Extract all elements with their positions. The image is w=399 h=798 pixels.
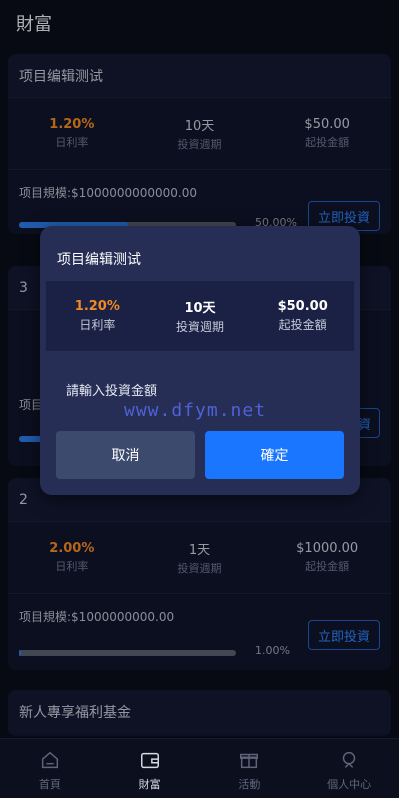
wallet-icon [140,752,159,769]
tab-label: 財富 [138,778,161,791]
min-invest-label: 起投金額 [278,318,327,332]
min-invest-value: $50.00 [277,299,328,314]
user-icon [342,751,356,768]
dialog-title: 项目编辑测试 [57,252,141,268]
period-label: 投資週期 [176,320,225,334]
invest-dialog: 项目编辑测试 1.20% 日利率 10天 投資週期 $50.00 起投金額 請輸… [40,226,360,495]
daily-rate-label: 日利率 [79,318,116,332]
min-invest: $50.00 起投金額 [251,299,354,333]
gift-icon [240,753,259,769]
home-icon [41,751,58,769]
tab-label: 首頁 [38,778,61,791]
period-value: 10天 [184,301,216,316]
tab-activity[interactable]: 活動 [200,739,300,798]
watermark: www.dfym.net [124,400,267,421]
amount-input-prompt[interactable]: 請輸入投資金額 [66,380,157,399]
tab-label: 活動 [238,778,261,791]
daily-rate: 1.20% 日利率 [46,299,149,333]
period: 10天 投資週期 [149,297,252,335]
bottom-tab-bar: 首頁 財富 活動 個人中心 [0,738,399,798]
tab-label: 個人中心 [327,778,372,791]
tab-wealth[interactable]: 財富 [100,739,200,798]
tab-profile[interactable]: 個人中心 [299,739,399,798]
dialog-stats: 1.20% 日利率 10天 投資週期 $50.00 起投金額 [46,281,354,351]
cancel-button[interactable]: 取消 [56,431,195,479]
tab-home[interactable]: 首頁 [0,739,100,798]
daily-rate-value: 1.20% [74,299,120,314]
confirm-button[interactable]: 確定 [205,431,344,479]
